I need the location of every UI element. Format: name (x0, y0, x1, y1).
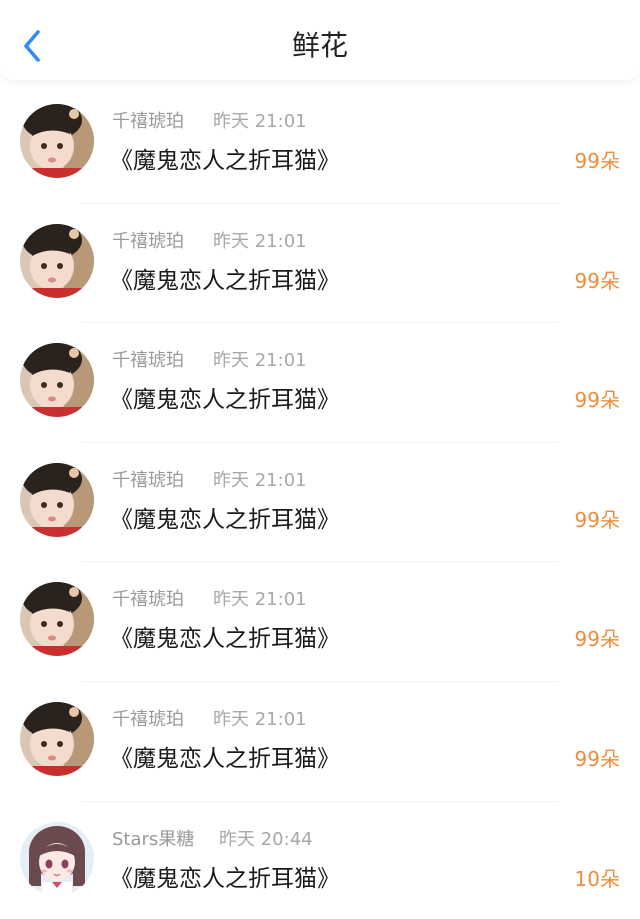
timestamp: 昨天 21:01 (213, 469, 307, 491)
timestamp: 昨天 21:01 (213, 350, 307, 372)
child-photo-avatar (20, 462, 94, 537)
flower-amount: 99朵 (574, 149, 620, 173)
timestamp: 昨天 20:44 (219, 828, 313, 850)
book-title[interactable]: 《魔鬼恋人之折耳猫》 (110, 505, 340, 535)
flower-amount: 99朵 (574, 627, 620, 652)
list-item[interactable]: 千禧琥珀 昨天 21:01 《魔鬼恋人之折耳猫》 99朵 (0, 562, 640, 682)
child-photo-avatar (20, 223, 94, 298)
timestamp: 昨天 21:01 (213, 589, 307, 611)
list-item[interactable]: 千禧琥珀 昨天 21:01 《魔鬼恋人之折耳猫》 99朵 (0, 443, 640, 563)
child-photo-avatar (20, 701, 94, 776)
sender-name: 千禧琥珀 (112, 589, 184, 611)
page-title: 鲜花 (291, 29, 348, 62)
child-photo-avatar (20, 104, 94, 178)
list-item[interactable]: 千禧琥珀 昨天 21:01 《魔鬼恋人之折耳猫》 99朵 (0, 84, 640, 204)
avatar[interactable] (20, 104, 94, 178)
child-photo-avatar (20, 343, 94, 418)
timestamp: 昨天 21:01 (213, 111, 307, 132)
avatar[interactable] (20, 582, 94, 657)
timestamp: 昨天 21:01 (213, 708, 307, 730)
list-item[interactable]: Stars果糖 昨天 20:44 《魔鬼恋人之折耳猫》 10朵 (0, 802, 640, 919)
book-title[interactable]: 《魔鬼恋人之折耳猫》 (110, 266, 340, 296)
flower-amount: 99朵 (574, 746, 620, 771)
sender-name: 千禧琥珀 (112, 708, 184, 730)
avatar[interactable] (20, 701, 94, 776)
child-photo-avatar (20, 582, 94, 657)
avatar[interactable] (20, 462, 94, 537)
book-title[interactable]: 《魔鬼恋人之折耳猫》 (110, 146, 340, 176)
avatar[interactable] (20, 343, 94, 418)
sender-name: Stars果糖 (112, 828, 195, 850)
flower-gift-list: 千禧琥珀 昨天 21:01 《魔鬼恋人之折耳猫》 99朵 千禧琥珀 昨天 21:… (0, 84, 640, 919)
book-title[interactable]: 《魔鬼恋人之折耳猫》 (110, 385, 340, 415)
anime-girl-avatar (20, 821, 94, 896)
list-item[interactable]: 千禧琥珀 昨天 21:01 《魔鬼恋人之折耳猫》 99朵 (0, 204, 640, 324)
book-title[interactable]: 《魔鬼恋人之折耳猫》 (110, 864, 340, 894)
list-item[interactable]: 千禧琥珀 昨天 21:01 《魔鬼恋人之折耳猫》 99朵 (0, 682, 640, 802)
flower-amount: 99朵 (574, 268, 620, 293)
flower-amount: 99朵 (574, 507, 620, 532)
timestamp: 昨天 21:01 (213, 230, 307, 252)
flower-amount: 10朵 (574, 866, 620, 891)
sender-name: 千禧琥珀 (112, 230, 184, 252)
list-item[interactable]: 千禧琥珀 昨天 21:01 《魔鬼恋人之折耳猫》 99朵 (0, 323, 640, 443)
sender-name: 千禧琥珀 (112, 350, 184, 372)
avatar[interactable] (20, 223, 94, 298)
sender-name: 千禧琥珀 (112, 469, 184, 491)
flower-amount: 99朵 (574, 388, 620, 413)
book-title[interactable]: 《魔鬼恋人之折耳猫》 (110, 744, 340, 774)
avatar[interactable] (20, 821, 94, 896)
sender-name: 千禧琥珀 (112, 111, 184, 132)
top-nav-bar: 鲜花 (0, 0, 640, 80)
book-title[interactable]: 《魔鬼恋人之折耳猫》 (110, 624, 340, 654)
